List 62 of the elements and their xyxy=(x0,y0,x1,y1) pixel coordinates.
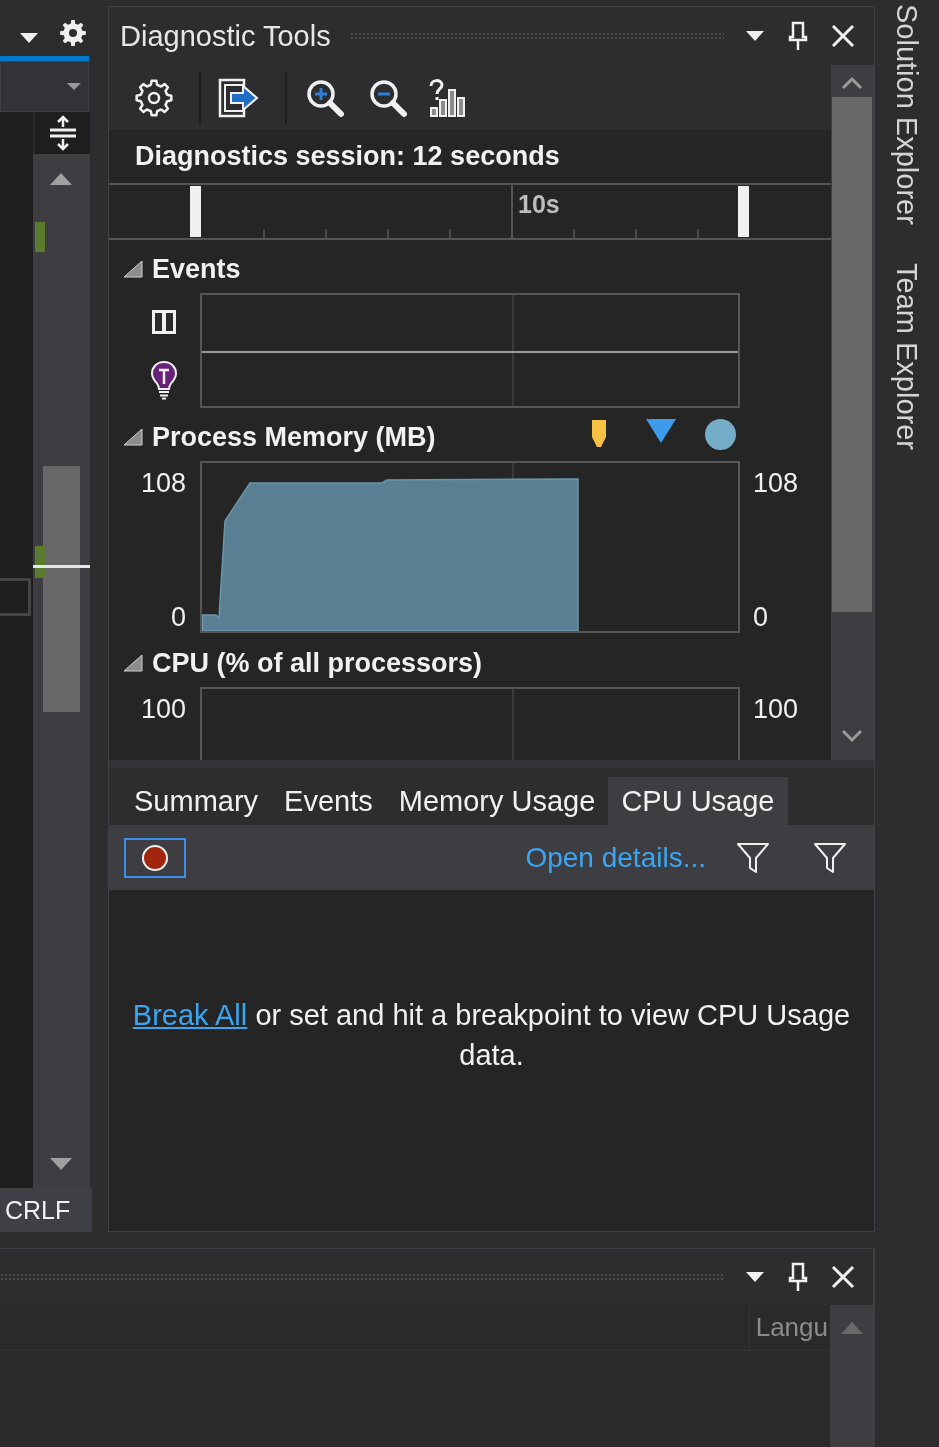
triangle-down-icon[interactable] xyxy=(50,1158,72,1170)
expander-triangle-icon[interactable] xyxy=(123,428,143,446)
pin-icon[interactable] xyxy=(788,21,808,51)
range-handle[interactable] xyxy=(738,186,749,237)
caret-position-line xyxy=(33,565,90,568)
time-label: 10s xyxy=(518,190,560,219)
filter-icon[interactable] xyxy=(736,840,770,875)
record-button[interactable] xyxy=(124,837,186,878)
window-title: Diagnostic Tools xyxy=(120,19,331,53)
close-icon[interactable] xyxy=(831,24,855,48)
document-arrow-icon[interactable] xyxy=(218,77,260,118)
section-title: CPU (% of all processors) xyxy=(152,647,483,679)
filter-icon[interactable] xyxy=(813,840,847,875)
axis-label: 108 xyxy=(140,469,186,497)
open-details-link[interactable]: Open details... xyxy=(525,841,706,874)
scrollbar[interactable] xyxy=(831,65,874,760)
change-marker xyxy=(35,222,45,252)
close-icon[interactable] xyxy=(831,1265,855,1289)
caret-down-icon[interactable] xyxy=(20,33,38,43)
expander-triangle-icon[interactable] xyxy=(123,260,143,278)
chevron-up-icon[interactable] xyxy=(841,76,863,90)
axis-label: 100 xyxy=(753,695,799,723)
scroll-thumb[interactable] xyxy=(832,97,872,612)
triangle-up-icon[interactable] xyxy=(50,173,72,185)
columns-icon xyxy=(151,309,177,335)
bar-chart-question-icon[interactable] xyxy=(428,77,468,118)
caret-down-icon[interactable] xyxy=(746,31,764,41)
tab[interactable]: Memory Usage xyxy=(385,777,609,825)
range-handle[interactable] xyxy=(190,186,201,237)
settings-icon[interactable] xyxy=(135,78,173,117)
break-all-link[interactable]: Break All xyxy=(132,999,248,1031)
axis-label: 0 xyxy=(753,603,769,631)
lightbulb-icon xyxy=(150,359,178,400)
empty-state-message: Break All or set and hit a breakpoint to view CPU Usage data. xyxy=(131,998,852,1073)
expander-triangle-icon[interactable] xyxy=(123,654,143,672)
axis-label: 0 xyxy=(170,603,186,631)
caret-down-icon xyxy=(67,83,81,90)
tab[interactable]: Summary xyxy=(121,777,272,825)
tab[interactable]: Events xyxy=(271,777,386,825)
side-tab[interactable]: Team Explorer xyxy=(891,262,923,450)
session-title: Diagnostics session: 12 seconds xyxy=(135,141,560,172)
axis-label: 100 xyxy=(140,695,186,723)
scrollbar-map[interactable] xyxy=(33,154,90,1188)
pin-icon[interactable] xyxy=(788,1262,808,1292)
split-button[interactable] xyxy=(35,112,90,154)
zoom-out-icon[interactable] xyxy=(368,77,408,118)
section-title: Events xyxy=(152,253,241,285)
settings-icon[interactable] xyxy=(60,20,86,46)
tab[interactable]: CPU Usage xyxy=(608,777,788,825)
axis-label: 108 xyxy=(753,469,799,497)
dropdown-field[interactable] xyxy=(0,61,89,112)
side-tab[interactable]: Solution Explorer xyxy=(891,4,923,225)
section-title: Process Memory (MB) xyxy=(152,421,436,453)
line-ending-label[interactable]: CRLF xyxy=(5,1195,71,1225)
split-icon xyxy=(47,115,78,151)
scrollbar[interactable] xyxy=(830,1305,873,1447)
chevron-down-icon[interactable] xyxy=(841,729,863,743)
zoom-in-icon[interactable] xyxy=(305,77,345,118)
scroll-thumb[interactable] xyxy=(43,466,80,712)
record-icon xyxy=(141,843,169,872)
caret-down-icon[interactable] xyxy=(746,1272,764,1282)
change-marker xyxy=(35,546,45,578)
